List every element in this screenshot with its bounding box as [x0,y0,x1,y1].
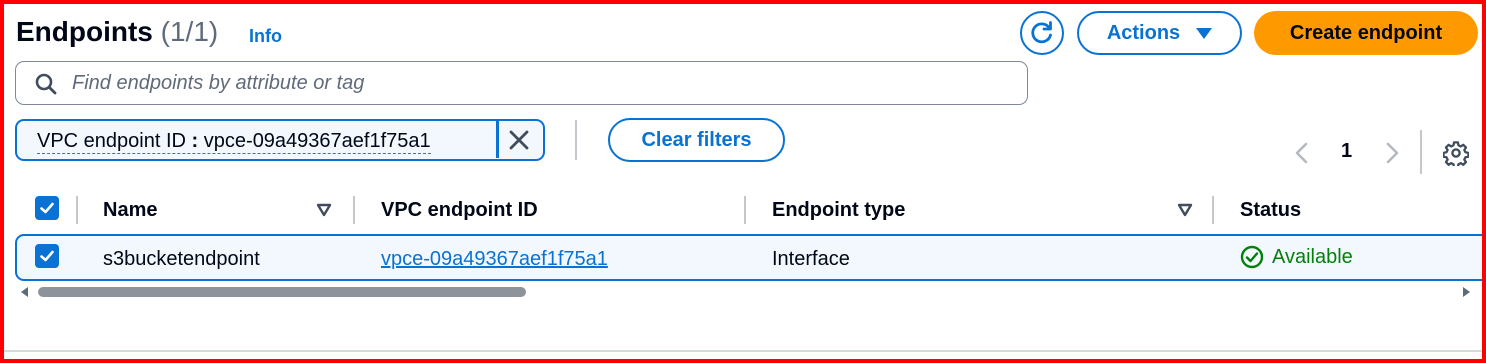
next-page-icon[interactable] [1384,141,1400,165]
cell-name: s3bucketendpoint [103,248,260,270]
cell-status: Available [1240,245,1353,269]
pagination-divider [1420,130,1422,174]
cell-vpc-endpoint-id-link[interactable]: vpce-09a49367aef1f75a1 [381,248,608,271]
search-input[interactable] [72,68,1012,98]
remove-filter-button[interactable] [504,125,534,155]
page-title: Endpoints (1/1) [16,16,218,48]
info-link[interactable]: Info [249,26,282,47]
checkmark-icon [40,202,54,214]
column-divider[interactable] [1212,196,1214,224]
filter-token[interactable]: VPC endpoint ID : vpce-09a49367aef1f75a1 [15,119,545,161]
filter-token-text[interactable]: VPC endpoint ID : vpce-09a49367aef1f75a1 [37,131,431,154]
sort-descending-icon[interactable] [316,203,332,217]
panel-bottom-divider [4,350,1482,352]
search-icon [35,73,57,95]
refresh-button[interactable] [1020,11,1064,55]
column-divider[interactable] [76,196,78,224]
horizontal-scrollbar-thumb[interactable] [38,287,526,297]
filter-property: VPC endpoint ID [37,130,186,152]
page-title-text: Endpoints [16,16,153,47]
checkmark-icon [40,250,54,262]
caret-down-icon [1196,27,1213,39]
column-divider[interactable] [744,196,746,224]
filter-token-divider [496,121,499,158]
previous-page-icon[interactable] [1294,141,1310,165]
refresh-icon [1031,21,1052,44]
close-icon [509,130,529,150]
create-endpoint-button[interactable]: Create endpoint [1254,11,1478,55]
select-all-checkbox[interactable] [35,196,59,220]
actions-button-label: Actions [1106,21,1181,44]
status-text: Available [1272,245,1353,268]
sort-descending-icon[interactable] [1177,203,1193,217]
column-header-endpoint-type[interactable]: Endpoint type [772,199,905,222]
status-success-icon [1240,245,1264,269]
row-select-checkbox[interactable] [35,244,59,268]
column-divider[interactable] [353,196,355,224]
scroll-left-arrow[interactable] [21,287,28,297]
endpoints-panel: Endpoints (1/1) Info Actions Create endp… [4,4,1482,359]
page-title-count: (1/1) [160,16,219,47]
toolbar-divider [575,120,577,160]
actions-button[interactable]: Actions [1077,11,1242,55]
current-page-number[interactable]: 1 [1341,140,1352,163]
clear-filters-button[interactable]: Clear filters [608,118,785,162]
gear-icon[interactable] [1443,140,1469,166]
scroll-right-arrow[interactable] [1463,287,1470,297]
column-header-name[interactable]: Name [103,199,157,222]
filter-operator: : [191,130,199,152]
filter-value: vpce-09a49367aef1f75a1 [203,130,431,152]
cell-endpoint-type: Interface [772,248,850,270]
column-header-status[interactable]: Status [1240,199,1301,222]
column-header-vpc-endpoint-id[interactable]: VPC endpoint ID [381,199,538,222]
search-field[interactable] [15,61,1028,105]
